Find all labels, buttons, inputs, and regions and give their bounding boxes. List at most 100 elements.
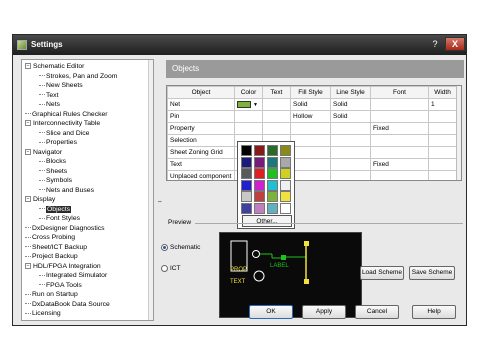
column-header[interactable]: Color [234, 86, 263, 99]
table-cell[interactable] [330, 122, 371, 135]
color-cell[interactable] [234, 122, 263, 135]
table-cell[interactable]: Selection [167, 134, 235, 147]
table-cell[interactable]: Pin [167, 110, 235, 123]
table-row[interactable]: Text Fixed [167, 158, 457, 171]
column-header[interactable]: Line Style [330, 86, 371, 99]
table-cell[interactable] [428, 170, 457, 180]
table-row[interactable]: Net ▼ Solid Solid 1 [167, 98, 457, 111]
table-cell[interactable] [290, 122, 331, 135]
color-swatch-option[interactable] [241, 156, 252, 168]
color-swatch-option[interactable] [267, 191, 278, 202]
table-cell[interactable]: Solid [330, 98, 371, 111]
color-swatch[interactable] [237, 100, 251, 108]
table-cell[interactable] [330, 170, 371, 180]
tree-item[interactable]: Run on Startup [25, 290, 78, 300]
table-row[interactable]: Unplaced component [167, 170, 457, 180]
tree-item[interactable]: Cross Probing [25, 233, 75, 243]
table-cell[interactable] [428, 158, 457, 171]
color-swatch-option[interactable] [280, 168, 291, 179]
table-cell[interactable] [330, 134, 371, 147]
splitter[interactable]: ⇔ [155, 59, 165, 321]
collapse-icon[interactable]: − [25, 196, 31, 203]
color-swatch-option[interactable] [267, 145, 278, 156]
table-cell[interactable] [370, 98, 429, 111]
color-cell[interactable] [234, 110, 263, 123]
color-swatch-option[interactable] [254, 191, 265, 202]
tree-item[interactable]: Integrated Simulator [39, 271, 107, 281]
tree-scrollbar[interactable] [148, 60, 153, 320]
tree-item[interactable]: DxDesigner Diagnostics [25, 224, 105, 234]
tree-item[interactable]: − Display [25, 195, 55, 205]
column-header[interactable]: Width [428, 86, 457, 99]
tree-item[interactable]: Text [39, 91, 58, 101]
column-header[interactable]: Object [167, 86, 235, 99]
table-cell[interactable]: Fixed [370, 158, 429, 171]
table-cell[interactable] [428, 110, 457, 123]
color-swatch-option[interactable] [254, 156, 265, 168]
tree-item[interactable]: Font Styles [39, 214, 80, 224]
table-cell[interactable]: Hollow [290, 110, 331, 123]
table-row[interactable]: Pin Hollow Solid [167, 110, 457, 123]
other-color-button[interactable]: Other... [242, 215, 292, 227]
tree-item[interactable]: Sheet/ICT Backup [25, 243, 87, 253]
table-cell[interactable]: Solid [290, 98, 331, 111]
table-cell[interactable]: Text [167, 158, 235, 171]
table-cell[interactable]: Net [167, 98, 235, 111]
color-swatch-option[interactable] [241, 179, 252, 191]
table-cell[interactable] [290, 170, 331, 180]
table-row[interactable]: Sheet Zoning Grid [167, 146, 457, 159]
color-swatch-option[interactable] [241, 191, 252, 202]
table-cell[interactable] [290, 146, 331, 159]
table-cell[interactable] [370, 134, 429, 147]
table-row[interactable]: Property Fixed [167, 122, 457, 135]
table-cell[interactable]: Property [167, 122, 235, 135]
cancel-button[interactable]: Cancel [355, 305, 399, 319]
tree-item[interactable]: Licensing [25, 309, 61, 319]
table-cell[interactable] [262, 110, 291, 123]
table-cell[interactable] [428, 122, 457, 135]
color-swatch-option[interactable] [280, 156, 291, 168]
table-cell[interactable]: 1 [428, 98, 457, 111]
column-header[interactable]: Fill Style [290, 86, 331, 99]
apply-button[interactable]: Apply [302, 305, 346, 319]
ok-button[interactable]: OK [249, 305, 293, 319]
close-button[interactable]: X [445, 37, 465, 51]
color-swatch-option[interactable] [280, 202, 291, 214]
collapse-icon[interactable]: − [25, 148, 31, 155]
tree-item[interactable]: Objects [39, 205, 72, 215]
table-cell[interactable] [290, 134, 331, 147]
tree-item[interactable]: New Sheets [39, 81, 83, 91]
table-cell[interactable]: Solid [330, 110, 371, 123]
color-swatch-option[interactable] [241, 145, 252, 156]
table-cell[interactable] [428, 134, 457, 147]
tree-item[interactable]: Project Backup [25, 252, 78, 262]
collapse-icon[interactable]: − [25, 63, 31, 70]
color-swatch-option[interactable] [241, 202, 252, 214]
table-cell[interactable]: Unplaced component [167, 170, 235, 180]
load-scheme-button[interactable]: Load Scheme [360, 266, 404, 280]
title-help-button[interactable]: ? [427, 38, 443, 51]
color-swatch-option[interactable] [280, 179, 291, 191]
table-cell[interactable]: Fixed [370, 122, 429, 135]
tree-item[interactable]: − Interconnectivity Table [25, 119, 100, 129]
table-cell[interactable] [262, 122, 291, 135]
color-swatch-option[interactable] [267, 202, 278, 214]
color-swatch-option[interactable] [267, 156, 278, 168]
tree-item[interactable]: Nets and Buses [39, 186, 94, 196]
collapse-icon[interactable]: − [25, 262, 31, 269]
column-header[interactable]: Font [370, 86, 429, 99]
table-cell[interactable] [428, 146, 457, 159]
settings-tree[interactable]: − Schematic Editor Strokes, Pan and Zoom Ne… [21, 59, 154, 321]
tree-item[interactable]: FPGA Tools [39, 281, 82, 291]
tree-item[interactable]: − Schematic Editor [25, 62, 84, 72]
color-swatch-option[interactable] [280, 145, 291, 156]
tree-item[interactable]: DxDataBook Data Source [25, 300, 110, 310]
tree-item[interactable]: Nets [39, 100, 60, 110]
color-cell[interactable]: ▼ [234, 98, 263, 111]
color-swatch-option[interactable] [254, 168, 265, 179]
color-swatch-option[interactable] [254, 202, 265, 214]
tree-item[interactable]: Symbols [39, 176, 72, 186]
collapse-icon[interactable]: − [25, 120, 31, 127]
tree-item[interactable]: Sheets [39, 167, 67, 177]
table-cell[interactable] [370, 170, 429, 180]
